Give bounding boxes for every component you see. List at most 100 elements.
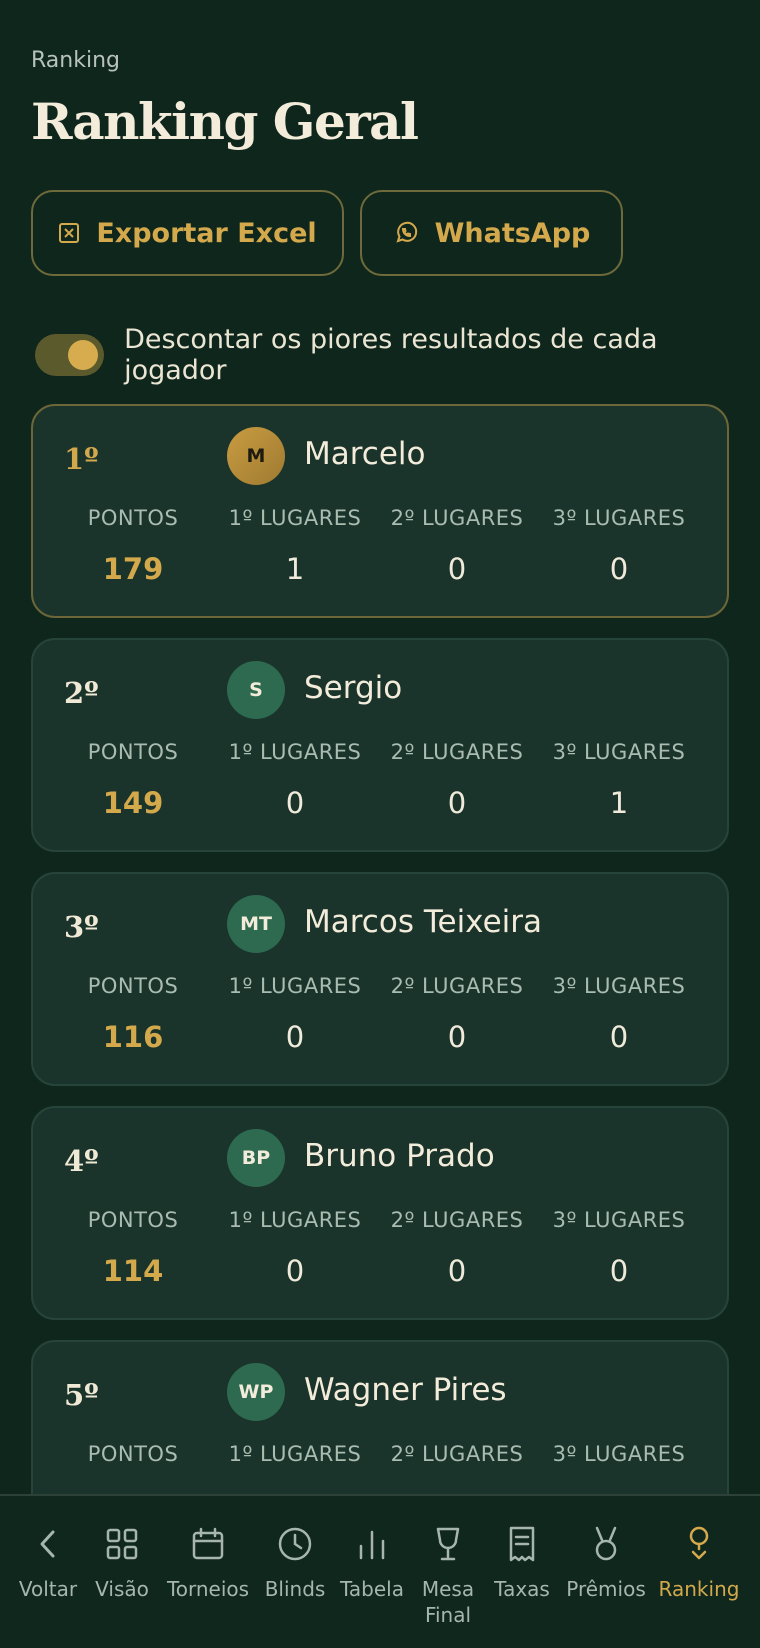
- stat-third-places: 3º LUGARES 0: [539, 506, 699, 586]
- nav-label: Tabela: [340, 1577, 404, 1601]
- clock-icon: [252, 1524, 338, 1564]
- ranking-medal-icon: [656, 1524, 742, 1564]
- stat-second-places: 2º LUGARES 0: [377, 740, 537, 820]
- stat-label: 2º LUGARES: [390, 974, 524, 998]
- stat-label: 1º LUGARES: [228, 1442, 362, 1466]
- nav-label: Blinds: [264, 1577, 326, 1601]
- excel-icon: [58, 222, 80, 244]
- stat-points: PONTOS 116: [53, 974, 213, 1054]
- stat-points: PONTOS 179: [53, 506, 213, 586]
- stat-label: 3º LUGARES: [552, 740, 686, 764]
- stat-label: PONTOS: [87, 1442, 179, 1466]
- first-places-value: 0: [285, 786, 305, 820]
- whatsapp-button[interactable]: WhatsApp: [360, 190, 623, 276]
- first-places-value: 0: [285, 1254, 305, 1288]
- nav-label: Torneios: [166, 1577, 250, 1601]
- ranking-card[interactable]: 4º BP Bruno Prado PONTOS 114 1º LUGARES 0 …: [31, 1106, 729, 1320]
- rank-position: 4º: [64, 1144, 99, 1178]
- stat-label: 3º LUGARES: [552, 506, 686, 530]
- stat-label: 2º LUGARES: [390, 740, 524, 764]
- avatar: M: [227, 427, 285, 485]
- nav-item-taxas[interactable]: Taxas: [479, 1524, 565, 1602]
- first-places-value: 0: [285, 1020, 305, 1054]
- stat-label: 1º LUGARES: [228, 506, 362, 530]
- stat-third-places: 3º LUGARES 0: [539, 1208, 699, 1288]
- stat-label: 1º LUGARES: [228, 1208, 362, 1232]
- export-excel-label: Exportar Excel: [96, 217, 317, 249]
- stat-second-places: 2º LUGARES: [377, 1442, 537, 1466]
- stat-first-places: 1º LUGARES 0: [215, 740, 375, 820]
- page-title: Ranking Geral: [31, 92, 419, 151]
- avatar: MT: [227, 895, 285, 953]
- stat-label: PONTOS: [87, 1208, 179, 1232]
- nav-item-ranking[interactable]: Ranking: [656, 1524, 742, 1602]
- stat-label: 2º LUGARES: [390, 1442, 524, 1466]
- nav-item-visao[interactable]: Visão: [79, 1524, 165, 1602]
- export-excel-button[interactable]: Exportar Excel: [31, 190, 344, 276]
- third-places-value: 1: [609, 786, 629, 820]
- stat-label: 3º LUGARES: [552, 974, 686, 998]
- breadcrumb: Ranking: [31, 48, 120, 73]
- whatsapp-icon: [393, 220, 419, 246]
- stat-label: 1º LUGARES: [228, 974, 362, 998]
- stat-label: 1º LUGARES: [228, 740, 362, 764]
- stat-points: PONTOS: [53, 1442, 213, 1466]
- stat-second-places: 2º LUGARES 0: [377, 1208, 537, 1288]
- nav-label: Prêmios: [566, 1577, 646, 1601]
- stat-label: 3º LUGARES: [552, 1208, 686, 1232]
- stat-first-places: 1º LUGARES 0: [215, 974, 375, 1054]
- stat-label: PONTOS: [87, 740, 179, 764]
- rank-position: 5º: [64, 1378, 99, 1412]
- avatar: BP: [227, 1129, 285, 1187]
- stat-second-places: 2º LUGARES 0: [377, 506, 537, 586]
- medal-icon: [563, 1524, 649, 1564]
- ranking-card[interactable]: 2º S Sergio PONTOS 149 1º LUGARES 0 2º LUG…: [31, 638, 729, 852]
- rank-position: 1º: [64, 442, 99, 476]
- stat-label: 2º LUGARES: [390, 506, 524, 530]
- grid-icon: [79, 1524, 165, 1564]
- ranking-card[interactable]: 1º M Marcelo PONTOS 179 1º LUGARES 1 2º LU…: [31, 404, 729, 618]
- third-places-value: 0: [609, 1254, 629, 1288]
- ranking-card[interactable]: 3º MT Marcos Teixeira PONTOS 116 1º LUGAR…: [31, 872, 729, 1086]
- calendar-icon: [165, 1524, 251, 1564]
- bottom-navigation: Voltar Visão Torneios Blinds Tabela Mesa…: [0, 1494, 760, 1648]
- stat-points: PONTOS 149: [53, 740, 213, 820]
- nav-label: Taxas: [494, 1577, 550, 1601]
- points-value: 114: [102, 1254, 164, 1288]
- nav-label: Visão: [95, 1577, 149, 1601]
- stat-first-places: 1º LUGARES: [215, 1442, 375, 1466]
- rank-position: 3º: [64, 910, 99, 944]
- stat-label: PONTOS: [87, 506, 179, 530]
- discount-toggle-row: Descontar os piores resultados de cada j…: [35, 324, 760, 386]
- stat-third-places: 3º LUGARES 0: [539, 974, 699, 1054]
- stat-first-places: 1º LUGARES 1: [215, 506, 375, 586]
- avatar: S: [227, 661, 285, 719]
- second-places-value: 0: [447, 786, 467, 820]
- nav-item-torneios[interactable]: Torneios: [165, 1524, 251, 1602]
- nav-item-premios[interactable]: Prêmios: [563, 1524, 649, 1602]
- avatar: WP: [227, 1363, 285, 1421]
- points-value: 149: [102, 786, 164, 820]
- discount-toggle[interactable]: [35, 334, 105, 376]
- whatsapp-label: WhatsApp: [434, 217, 591, 249]
- bar-chart-icon: [329, 1524, 415, 1564]
- second-places-value: 0: [447, 552, 467, 586]
- stat-first-places: 1º LUGARES 0: [215, 1208, 375, 1288]
- points-value: 116: [102, 1020, 164, 1054]
- nav-label: Ranking: [658, 1577, 740, 1601]
- player-name: Bruno Prado: [304, 1138, 495, 1174]
- toggle-knob: [68, 340, 99, 370]
- stat-third-places: 3º LUGARES: [539, 1442, 699, 1466]
- rank-position: 2º: [64, 676, 99, 710]
- nav-item-tabela[interactable]: Tabela: [329, 1524, 415, 1602]
- stat-second-places: 2º LUGARES 0: [377, 974, 537, 1054]
- player-name: Sergio: [304, 670, 403, 706]
- second-places-value: 0: [447, 1254, 467, 1288]
- stat-third-places: 3º LUGARES 1: [539, 740, 699, 820]
- stat-label: 3º LUGARES: [552, 1442, 686, 1466]
- stat-points: PONTOS 114: [53, 1208, 213, 1288]
- first-places-value: 1: [285, 552, 305, 586]
- nav-item-blinds[interactable]: Blinds: [252, 1524, 338, 1602]
- third-places-value: 0: [609, 1020, 629, 1054]
- player-name: Marcelo: [304, 436, 426, 472]
